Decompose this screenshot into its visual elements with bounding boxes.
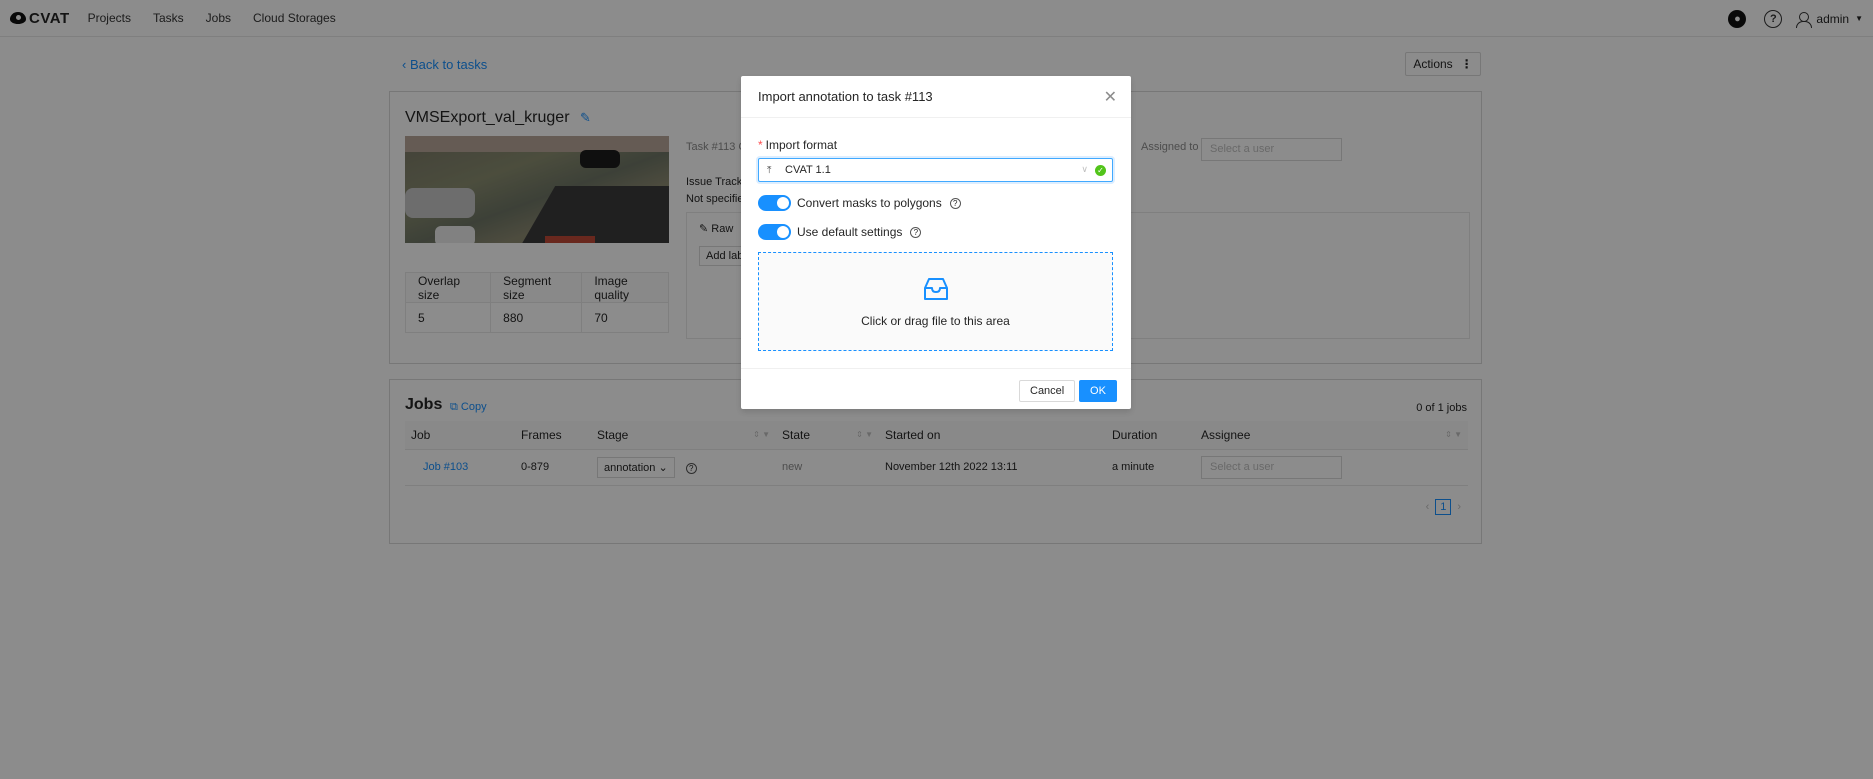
dropzone-text: Click or drag file to this area (861, 313, 1010, 328)
modal-header: Import annotation to task #113 ✕ (741, 76, 1131, 118)
modal-title: Import annotation to task #113 (758, 89, 933, 104)
chevron-down-icon: ∨ (1081, 164, 1088, 174)
cancel-button[interactable]: Cancel (1019, 380, 1076, 402)
convert-masks-row: Convert masks to polygons ? (758, 195, 961, 211)
required-marker: * (758, 138, 763, 152)
import-format-value: CVAT 1.1 (785, 164, 831, 176)
import-annotation-modal: Import annotation to task #113 ✕ * Import… (741, 76, 1131, 409)
import-format-label: * Import format (758, 138, 837, 152)
default-settings-row: Use default settings ? (758, 224, 922, 240)
convert-masks-switch[interactable] (758, 195, 791, 211)
import-format-label-text: Import format (765, 138, 838, 152)
modal-footer: Cancel OK (741, 368, 1131, 409)
question-icon[interactable]: ? (910, 226, 922, 238)
default-settings-switch[interactable] (758, 224, 791, 240)
ok-button[interactable]: OK (1079, 380, 1117, 402)
inbox-icon (923, 277, 948, 300)
question-icon[interactable]: ? (949, 197, 961, 209)
file-dropzone[interactable]: Click or drag file to this area (758, 252, 1113, 351)
convert-masks-label: Convert masks to polygons (797, 196, 942, 210)
upload-icon: ⤒ (767, 164, 772, 176)
check-circle-icon: ✓ (1095, 165, 1106, 176)
close-icon[interactable]: ✕ (1104, 87, 1117, 107)
import-format-select[interactable]: ⤒ CVAT 1.1 ∨ ✓ (758, 158, 1113, 182)
default-settings-label: Use default settings (797, 225, 903, 239)
